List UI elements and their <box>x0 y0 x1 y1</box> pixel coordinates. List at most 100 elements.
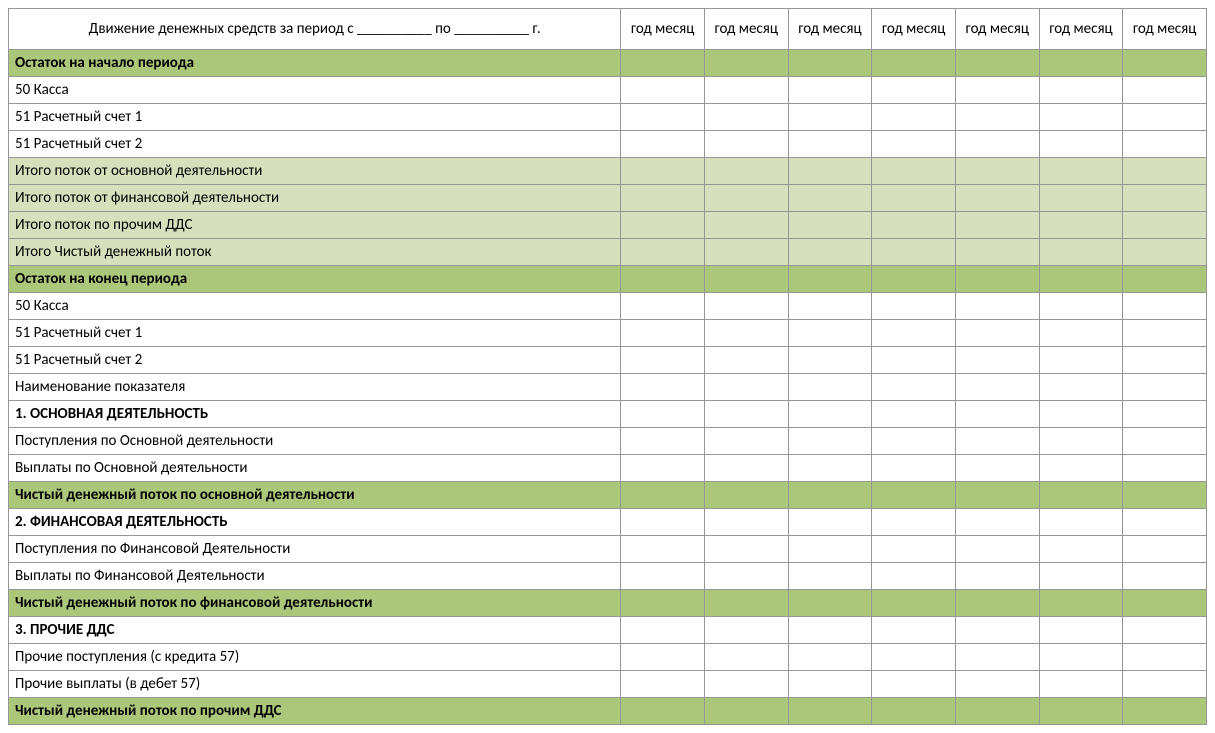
data-cell[interactable] <box>1123 536 1207 563</box>
data-cell[interactable] <box>1123 212 1207 239</box>
data-cell[interactable] <box>704 293 788 320</box>
data-cell[interactable] <box>704 104 788 131</box>
data-cell[interactable] <box>621 266 705 293</box>
data-cell[interactable] <box>621 644 705 671</box>
data-cell[interactable] <box>1123 131 1207 158</box>
data-cell[interactable] <box>955 563 1039 590</box>
data-cell[interactable] <box>788 104 872 131</box>
data-cell[interactable] <box>872 77 956 104</box>
data-cell[interactable] <box>788 239 872 266</box>
data-cell[interactable] <box>788 536 872 563</box>
data-cell[interactable] <box>788 455 872 482</box>
data-cell[interactable] <box>872 698 956 725</box>
data-cell[interactable] <box>872 293 956 320</box>
data-cell[interactable] <box>704 320 788 347</box>
data-cell[interactable] <box>1039 671 1123 698</box>
data-cell[interactable] <box>788 563 872 590</box>
data-cell[interactable] <box>872 428 956 455</box>
data-cell[interactable] <box>1039 536 1123 563</box>
data-cell[interactable] <box>1039 212 1123 239</box>
data-cell[interactable] <box>1123 563 1207 590</box>
data-cell[interactable] <box>788 77 872 104</box>
data-cell[interactable] <box>621 50 705 77</box>
data-cell[interactable] <box>704 374 788 401</box>
data-cell[interactable] <box>621 617 705 644</box>
data-cell[interactable] <box>872 590 956 617</box>
data-cell[interactable] <box>1039 590 1123 617</box>
data-cell[interactable] <box>704 455 788 482</box>
data-cell[interactable] <box>704 536 788 563</box>
data-cell[interactable] <box>872 536 956 563</box>
data-cell[interactable] <box>704 185 788 212</box>
data-cell[interactable] <box>1123 185 1207 212</box>
data-cell[interactable] <box>788 482 872 509</box>
data-cell[interactable] <box>788 212 872 239</box>
data-cell[interactable] <box>788 374 872 401</box>
data-cell[interactable] <box>872 482 956 509</box>
data-cell[interactable] <box>621 563 705 590</box>
data-cell[interactable] <box>1039 77 1123 104</box>
data-cell[interactable] <box>1123 77 1207 104</box>
data-cell[interactable] <box>1123 347 1207 374</box>
data-cell[interactable] <box>872 266 956 293</box>
data-cell[interactable] <box>955 131 1039 158</box>
data-cell[interactable] <box>872 455 956 482</box>
data-cell[interactable] <box>704 590 788 617</box>
data-cell[interactable] <box>788 671 872 698</box>
data-cell[interactable] <box>704 347 788 374</box>
data-cell[interactable] <box>621 158 705 185</box>
data-cell[interactable] <box>704 482 788 509</box>
data-cell[interactable] <box>955 509 1039 536</box>
data-cell[interactable] <box>621 590 705 617</box>
data-cell[interactable] <box>1039 185 1123 212</box>
data-cell[interactable] <box>788 50 872 77</box>
data-cell[interactable] <box>788 590 872 617</box>
data-cell[interactable] <box>955 347 1039 374</box>
data-cell[interactable] <box>872 617 956 644</box>
data-cell[interactable] <box>788 698 872 725</box>
data-cell[interactable] <box>955 644 1039 671</box>
data-cell[interactable] <box>955 617 1039 644</box>
data-cell[interactable] <box>704 671 788 698</box>
data-cell[interactable] <box>788 347 872 374</box>
data-cell[interactable] <box>1039 320 1123 347</box>
data-cell[interactable] <box>872 401 956 428</box>
data-cell[interactable] <box>1039 644 1123 671</box>
data-cell[interactable] <box>1039 266 1123 293</box>
data-cell[interactable] <box>955 536 1039 563</box>
data-cell[interactable] <box>872 104 956 131</box>
data-cell[interactable] <box>704 266 788 293</box>
data-cell[interactable] <box>1039 401 1123 428</box>
data-cell[interactable] <box>704 77 788 104</box>
data-cell[interactable] <box>955 50 1039 77</box>
data-cell[interactable] <box>1123 158 1207 185</box>
data-cell[interactable] <box>621 347 705 374</box>
data-cell[interactable] <box>704 50 788 77</box>
data-cell[interactable] <box>621 77 705 104</box>
data-cell[interactable] <box>1039 50 1123 77</box>
data-cell[interactable] <box>955 455 1039 482</box>
data-cell[interactable] <box>1039 509 1123 536</box>
data-cell[interactable] <box>621 293 705 320</box>
data-cell[interactable] <box>955 185 1039 212</box>
data-cell[interactable] <box>872 158 956 185</box>
data-cell[interactable] <box>788 131 872 158</box>
data-cell[interactable] <box>955 239 1039 266</box>
data-cell[interactable] <box>1123 266 1207 293</box>
data-cell[interactable] <box>872 644 956 671</box>
data-cell[interactable] <box>621 671 705 698</box>
data-cell[interactable] <box>955 698 1039 725</box>
data-cell[interactable] <box>704 239 788 266</box>
data-cell[interactable] <box>704 158 788 185</box>
data-cell[interactable] <box>1039 428 1123 455</box>
data-cell[interactable] <box>704 212 788 239</box>
data-cell[interactable] <box>872 320 956 347</box>
data-cell[interactable] <box>955 77 1039 104</box>
data-cell[interactable] <box>955 428 1039 455</box>
data-cell[interactable] <box>621 320 705 347</box>
data-cell[interactable] <box>621 131 705 158</box>
data-cell[interactable] <box>1039 293 1123 320</box>
data-cell[interactable] <box>1123 374 1207 401</box>
data-cell[interactable] <box>788 617 872 644</box>
data-cell[interactable] <box>621 482 705 509</box>
